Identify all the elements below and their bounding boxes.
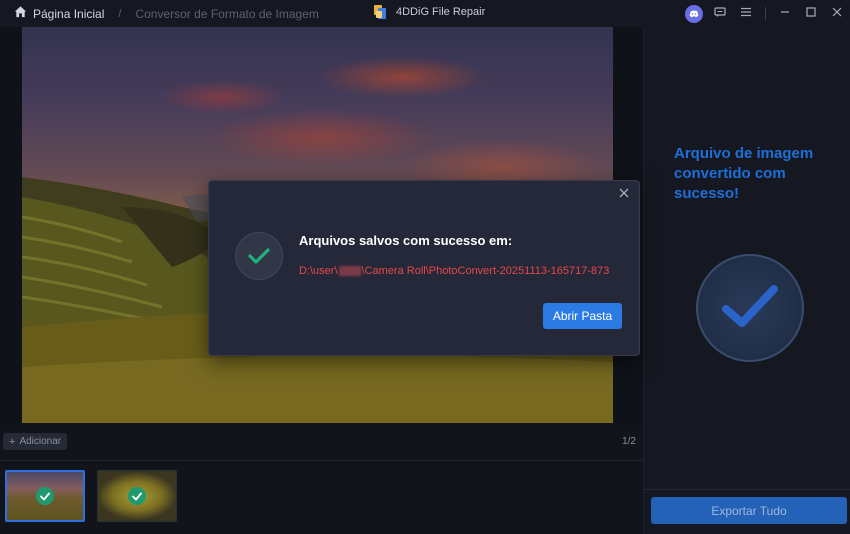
close-icon (619, 185, 629, 203)
title-bar: Página Inicial / Conversor de Formato de… (0, 0, 850, 27)
add-button-label: Adicionar (19, 436, 62, 447)
menu-icon (740, 5, 752, 23)
success-check-icon (696, 254, 804, 362)
close-window-button[interactable] (824, 0, 850, 27)
open-folder-button[interactable]: Abrir Pasta (543, 303, 622, 329)
breadcrumb-home[interactable]: Página Inicial (14, 5, 104, 23)
page-counter: 1/2 (622, 436, 636, 447)
thumbnail-2[interactable] (97, 470, 177, 522)
success-message: Arquivo de imagem convertido com sucesso… (674, 145, 814, 202)
panel-divider (644, 489, 850, 490)
check-icon (128, 487, 146, 505)
save-success-dialog: Arquivos salvos com sucesso em: D:\user\… (208, 180, 640, 356)
home-label: Página Inicial (33, 6, 105, 21)
menu-button[interactable] (733, 0, 759, 27)
dialog-close-button[interactable] (617, 187, 631, 201)
current-page-label: Conversor de Formato de Imagem (135, 6, 319, 21)
thumbnail-strip: + Adicionar 1/2 (0, 423, 643, 534)
discord-icon (685, 4, 703, 23)
feedback-icon (714, 5, 726, 23)
check-icon (36, 487, 54, 505)
close-icon (831, 5, 843, 23)
dialog-title: Arquivos salvos com sucesso em: (299, 233, 513, 248)
add-button[interactable]: + Adicionar (3, 433, 68, 450)
minimize-button[interactable] (772, 0, 798, 27)
maximize-button[interactable] (798, 0, 824, 27)
minimize-icon (779, 5, 791, 23)
thumbnail-1[interactable] (5, 470, 85, 522)
controls-divider (765, 7, 766, 20)
plus-icon: + (9, 435, 16, 448)
discord-button[interactable] (681, 0, 707, 27)
maximize-icon (805, 5, 817, 23)
app-title-text: 4DDiG File Repair (396, 6, 486, 18)
redacted-username (338, 266, 361, 276)
result-panel: Arquivo de imagem convertido com sucesso… (643, 27, 850, 534)
feedback-button[interactable] (707, 0, 733, 27)
app-title: 4DDiG File Repair (374, 5, 485, 19)
app-logo-icon (374, 5, 386, 19)
saved-path: D:\user\ \Camera Roll\PhotoConvert-20251… (299, 265, 609, 277)
path-suffix: \Camera Roll\PhotoConvert-20251113-16571… (361, 265, 610, 277)
breadcrumb-separator: / (118, 7, 122, 20)
home-icon (14, 5, 27, 23)
path-prefix: D:\user\ (299, 265, 338, 277)
success-check-icon (235, 232, 283, 280)
export-all-button[interactable]: Exportar Tudo (651, 497, 847, 524)
window-controls (681, 0, 850, 27)
strip-divider (0, 460, 643, 461)
